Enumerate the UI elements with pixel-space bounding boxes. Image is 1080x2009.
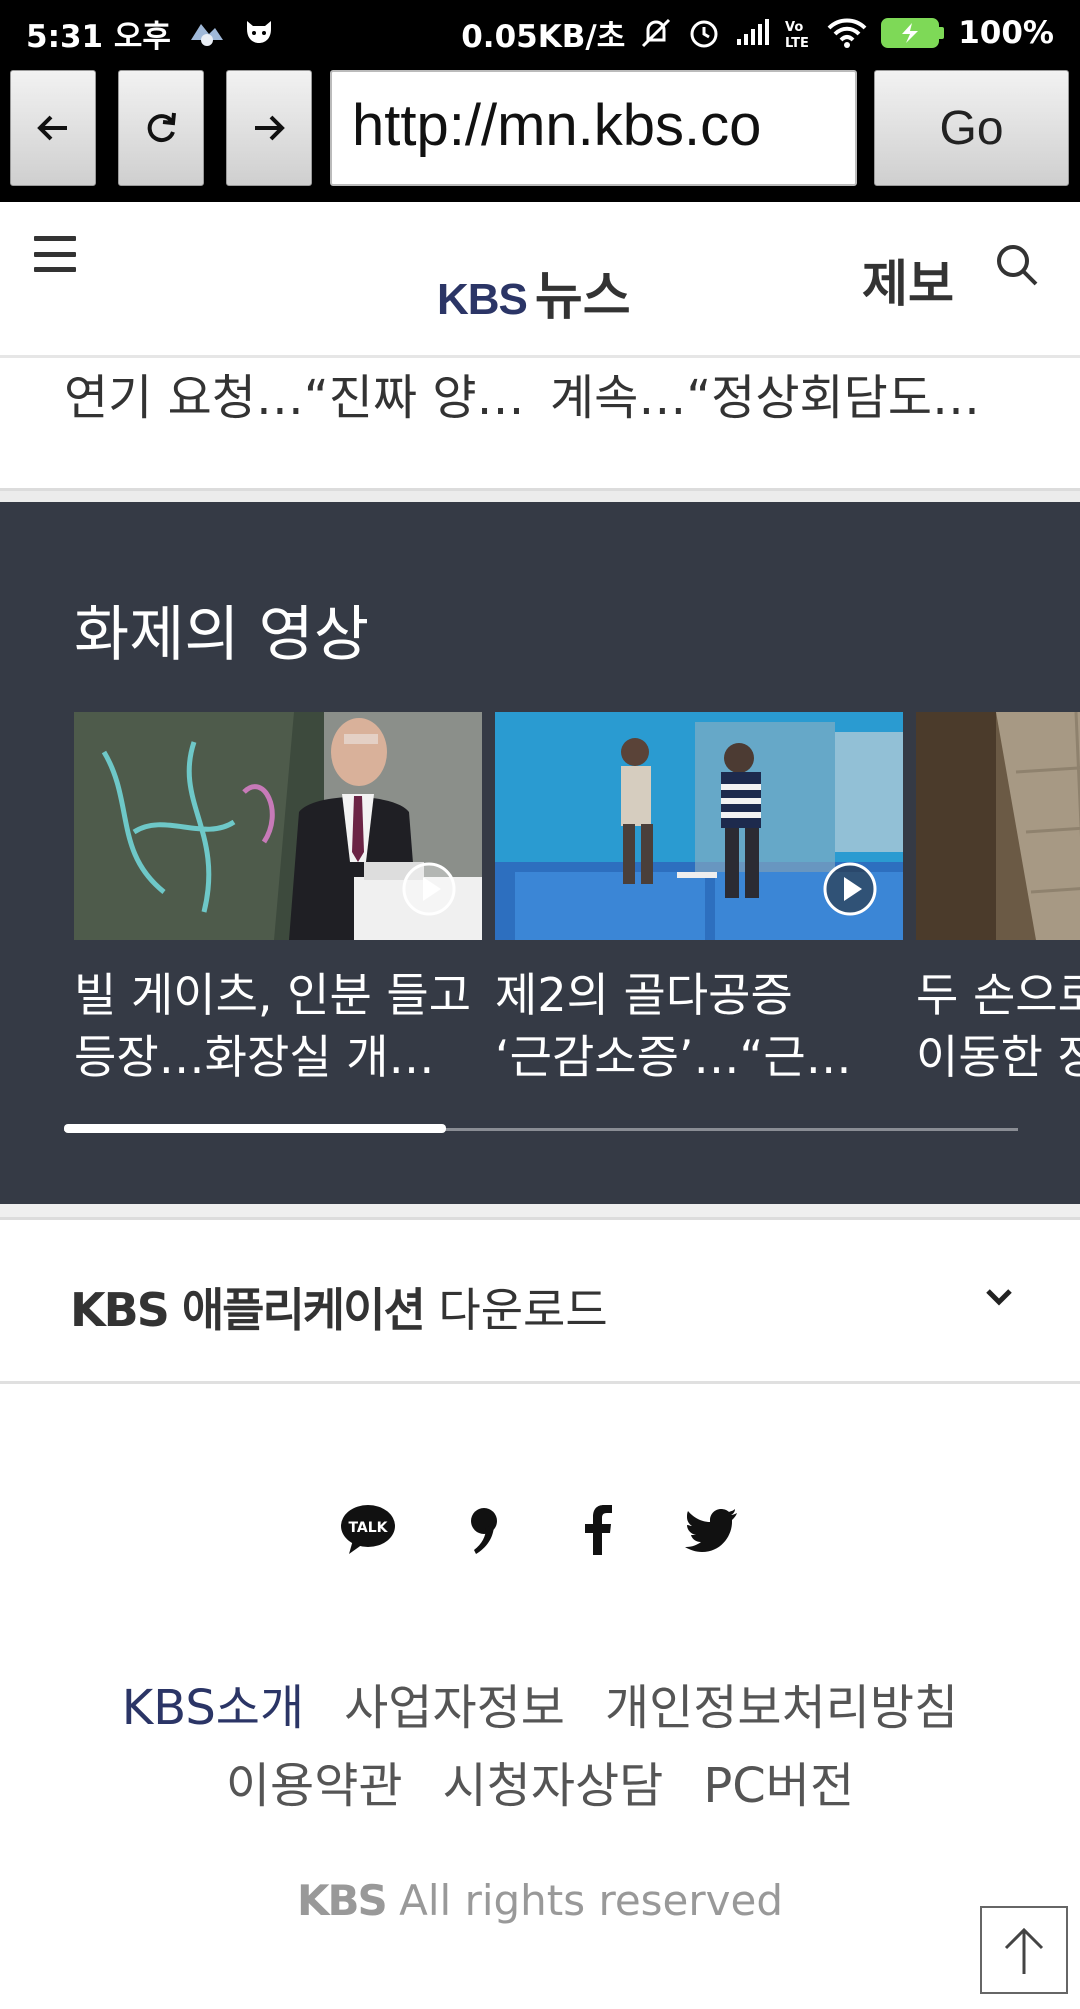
svg-text:LTE: LTE: [785, 36, 809, 49]
video-thumbnail[interactable]: [916, 712, 1080, 940]
kakaostory-icon[interactable]: [452, 1498, 516, 1562]
reload-icon: [147, 112, 176, 143]
go-button[interactable]: Go: [874, 70, 1069, 186]
footer-links: KBS소개 사업자정보 개인정보처리방침 이용약관 시청자상담 PC버전: [0, 1668, 1080, 1824]
scroll-to-top-button[interactable]: [980, 1906, 1068, 1994]
carousel-scrollbar-thumb[interactable]: [64, 1124, 446, 1133]
site-logo[interactable]: KBS 뉴스: [437, 254, 631, 329]
logo-news: 뉴스: [534, 267, 631, 327]
app-download-row[interactable]: KBS 애플리케이션 다운로드: [0, 1220, 1080, 1384]
wifi-icon: [827, 18, 867, 48]
back-button[interactable]: [10, 70, 96, 186]
battery-charging-icon: [881, 18, 945, 48]
video-card[interactable]: 제2의 골다공증 ‘근감소증’…“근…: [495, 712, 903, 1088]
cat-icon: [246, 21, 271, 43]
svg-text:Vo: Vo: [785, 20, 803, 35]
arrow-up-icon: [1004, 1927, 1044, 1974]
arrow-right-icon: [255, 115, 285, 141]
social-links: TALK: [0, 1498, 1080, 1562]
status-bar: 5:31 오후 0.05KB/초 Vo LTE 100%: [0, 0, 1080, 66]
chevron-down-icon: [986, 1289, 1012, 1306]
report-link[interactable]: 제보: [862, 244, 954, 316]
kbs-app-icon: [190, 24, 223, 46]
browser-toolbar: http://mn.kbs.co Go: [0, 66, 1080, 202]
trending-videos-section: 화제의 영상 빌 게이츠, 인분 들고 등장…화장실 개… 제2의 골다공증 ‘…: [0, 502, 1080, 1204]
app-download-label: KBS 애플리케이션 다운로드: [70, 1283, 608, 1337]
battery-percent: 100%: [958, 15, 1054, 51]
section-title: 화제의 영상: [74, 600, 370, 670]
article-title[interactable]: 계속…“정상회담도…: [550, 358, 980, 428]
footer-link-about[interactable]: KBS소개: [122, 1668, 304, 1746]
article-title[interactable]: 연기 요청…“진짜 양…: [64, 358, 525, 428]
video-card[interactable]: 두 손으로 이동한 장: [916, 712, 1080, 1088]
status-time: 5:31 오후: [26, 18, 171, 55]
facebook-icon[interactable]: [566, 1498, 630, 1562]
copyright: KBS All rights reserved: [296, 1876, 784, 1925]
forward-button[interactable]: [226, 70, 312, 186]
alarm-icon: [690, 20, 718, 48]
divider: [0, 488, 1080, 502]
video-caption[interactable]: 두 손으로 이동한 장: [916, 964, 1080, 1088]
site-header: KBS 뉴스 제보: [0, 202, 1080, 358]
kakaotalk-icon[interactable]: TALK: [336, 1498, 400, 1562]
svg-text:TALK: TALK: [348, 1520, 388, 1536]
logo-kbs: KBS: [437, 275, 528, 324]
arrow-left-icon: [37, 115, 67, 141]
url-input[interactable]: http://mn.kbs.co: [330, 70, 857, 186]
video-caption[interactable]: 빌 게이츠, 인분 들고 등장…화장실 개…: [74, 964, 482, 1088]
footer-link-privacy[interactable]: 개인정보처리방침: [605, 1668, 958, 1746]
video-thumbnail[interactable]: [74, 712, 482, 940]
mute-icon: [642, 18, 671, 48]
footer-link-pc-version[interactable]: PC버전: [703, 1746, 854, 1824]
video-thumbnail[interactable]: [495, 712, 903, 940]
reload-button[interactable]: [118, 70, 204, 186]
search-icon[interactable]: [994, 242, 1040, 288]
network-speed: 0.05KB/초: [461, 18, 626, 55]
signal-icon: [737, 19, 770, 45]
footer-link-viewer-support[interactable]: 시청자상담: [443, 1746, 664, 1824]
article-row: 연기 요청…“진짜 양… 계속…“정상회담도…: [0, 358, 1080, 488]
play-icon: [402, 862, 456, 916]
menu-icon[interactable]: [34, 236, 76, 272]
volte-icon: Vo LTE: [785, 20, 809, 49]
video-caption[interactable]: 제2의 골다공증 ‘근감소증’…“근…: [495, 964, 903, 1088]
video-card[interactable]: 빌 게이츠, 인분 들고 등장…화장실 개…: [74, 712, 482, 1088]
footer-link-terms[interactable]: 이용약관: [226, 1746, 403, 1824]
divider: [0, 1204, 1080, 1220]
twitter-icon[interactable]: [680, 1498, 744, 1562]
play-icon: [823, 862, 877, 916]
footer-link-business-info[interactable]: 사업자정보: [344, 1668, 565, 1746]
